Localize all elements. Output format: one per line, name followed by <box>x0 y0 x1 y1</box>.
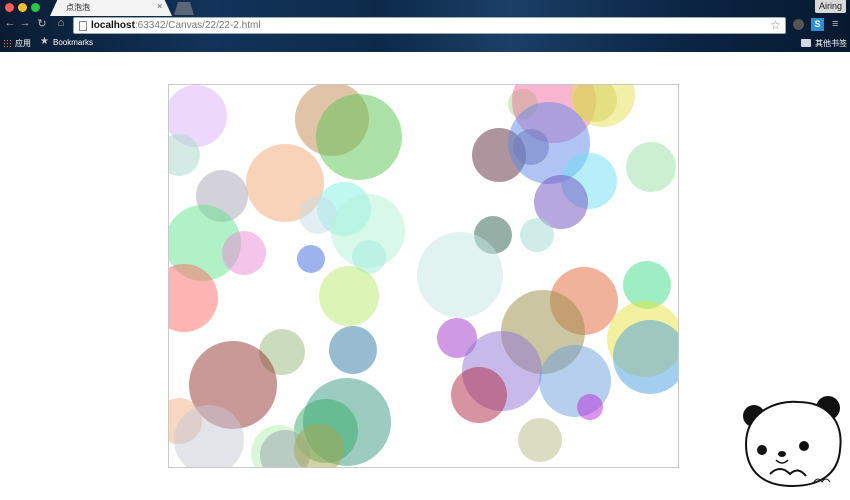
url-text[interactable]: localhost:63342/Canvas/22/22-2.html <box>91 20 261 31</box>
close-window-button[interactable] <box>5 3 14 12</box>
bubble-12[interactable] <box>297 245 325 273</box>
minimize-window-button[interactable] <box>18 3 27 12</box>
forward-icon[interactable]: → <box>18 17 32 29</box>
new-tab-button[interactable] <box>174 2 194 15</box>
bookmark-other[interactable]: 其他书签 <box>815 38 847 49</box>
bubble-47[interactable] <box>577 394 603 420</box>
folder-icon <box>801 39 811 47</box>
bubble-37[interactable] <box>417 232 503 318</box>
extension-s-icon[interactable]: S <box>811 18 824 31</box>
apps-grid-icon[interactable] <box>3 39 12 48</box>
bubble-3[interactable] <box>316 94 402 180</box>
bookmark-bookmarks[interactable]: Bookmarks <box>53 38 93 47</box>
panda-eye-right <box>799 441 809 451</box>
bookmark-apps[interactable]: 应用 <box>15 38 31 49</box>
home-icon[interactable]: ⌂ <box>54 17 68 29</box>
bubble-14[interactable] <box>319 266 379 326</box>
bubble-36[interactable] <box>520 218 554 252</box>
extension-icon[interactable] <box>793 19 804 30</box>
panda-head <box>744 400 842 488</box>
panda-eye-left <box>757 445 767 455</box>
tab-bar: 点泡泡 × Airing <box>0 0 850 16</box>
address-bar[interactable]: localhost:63342/Canvas/22/22-2.html ☆ <box>73 17 786 34</box>
bubble-31[interactable] <box>513 129 549 165</box>
panda-nose <box>778 451 786 457</box>
bubble-48[interactable] <box>518 418 562 462</box>
url-host: localhost <box>91 20 135 31</box>
panda-sticker <box>743 396 842 488</box>
bookmarks-bar <box>0 36 850 52</box>
bubble-7[interactable] <box>222 231 266 275</box>
menu-icon[interactable]: ≡ <box>832 18 838 30</box>
page-icon <box>79 21 87 31</box>
tab-title: 点泡泡 <box>66 3 90 12</box>
zoom-window-button[interactable] <box>31 3 40 12</box>
bubble-svg[interactable] <box>169 85 679 468</box>
back-icon[interactable]: ← <box>3 17 17 29</box>
bubble-16[interactable] <box>329 326 377 374</box>
bubble-canvas[interactable] <box>168 84 679 468</box>
profile-button[interactable]: Airing <box>814 0 846 13</box>
bookmarks-star-icon: ★ <box>40 36 49 47</box>
tab-close-icon[interactable]: × <box>157 1 162 11</box>
reload-icon[interactable]: ↻ <box>35 17 49 30</box>
url-path: :63342/Canvas/22/22-2.html <box>134 20 261 31</box>
bubble-45[interactable] <box>451 367 507 423</box>
bubble-32[interactable] <box>626 142 676 192</box>
bookmark-star-icon[interactable]: ☆ <box>770 18 781 32</box>
browser-chrome: 点泡泡 × Airing ← → ↻ ⌂ localhost:63342/Can… <box>0 0 850 52</box>
